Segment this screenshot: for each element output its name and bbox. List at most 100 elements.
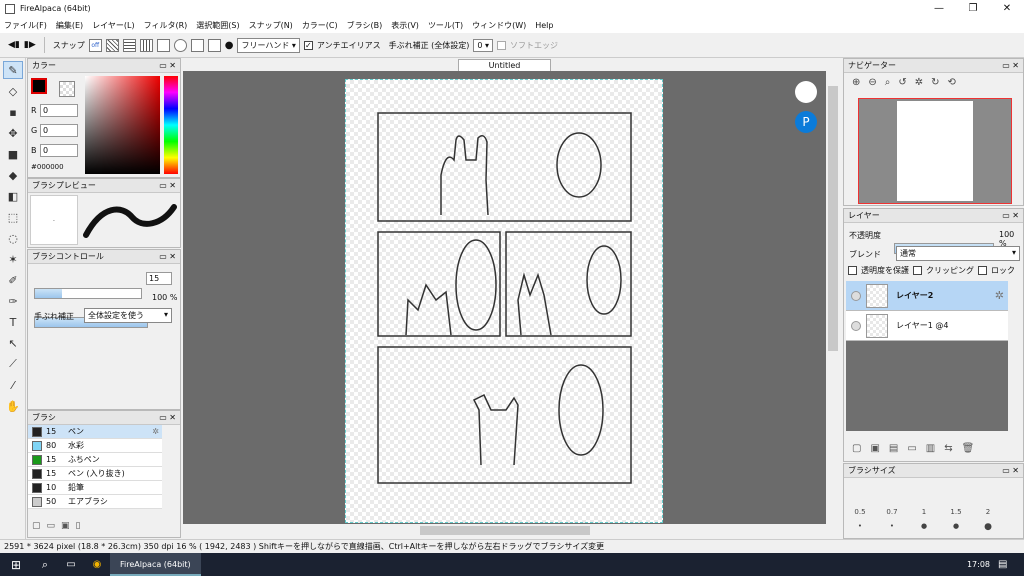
antialias-checkbox[interactable]: ✓ (303, 40, 313, 50)
size-cell[interactable]: 1.5 (940, 508, 972, 516)
clipping-checkbox[interactable] (913, 266, 922, 275)
windows-start-icon[interactable]: ⊞ (0, 558, 32, 572)
snap-concentric-icon[interactable] (173, 38, 187, 52)
saturation-value-picker[interactable] (85, 76, 160, 174)
brush-panel-actions[interactable]: ▢▭▣▯ (32, 521, 86, 531)
size-cell[interactable]: 0.7 (876, 508, 908, 516)
minimize-button[interactable]: — (922, 0, 956, 17)
blend-select[interactable]: 通常 ▾ (896, 246, 1020, 261)
snap-3d-icon[interactable] (207, 38, 221, 52)
panel-controls[interactable]: ▭ ✕ (159, 181, 176, 190)
layer-row-2[interactable]: レイヤー2 ✲ (846, 281, 1008, 311)
chrome-icon[interactable]: ◉ (84, 559, 110, 570)
taskbar-app-firealpaca[interactable]: FireAlpaca (64bit) (110, 553, 201, 576)
maximize-button[interactable]: ❐ (956, 0, 990, 17)
menu-snap[interactable]: スナップ(N) (249, 20, 293, 31)
task-view-icon[interactable]: ▭ (58, 559, 84, 570)
layer-actions[interactable]: ▢▣▤▭▥⇆🗑 (852, 443, 983, 454)
eyedropper-icon[interactable]: ⁄ (3, 376, 23, 394)
protect-alpha-checkbox[interactable] (848, 266, 857, 275)
snap-off-button[interactable]: off (88, 38, 102, 52)
menu-edit[interactable]: 編集(E) (56, 20, 83, 31)
text-tool-icon[interactable]: T (3, 313, 23, 331)
menu-window[interactable]: ウィンドウ(W) (472, 20, 526, 31)
menu-color[interactable]: カラー(C) (302, 20, 338, 31)
move-tool-icon[interactable]: ✥ (3, 124, 23, 142)
size-cell[interactable]: 1 (908, 508, 940, 516)
panel-controls[interactable]: ▭ ✕ (159, 61, 176, 70)
panel-controls[interactable]: ▭ ✕ (1002, 61, 1019, 70)
eraser-tool-icon[interactable]: ◇ (3, 82, 23, 100)
gradient-tool-icon[interactable]: ◧ (3, 187, 23, 205)
stroke-mode-select[interactable]: フリーハンド ▾ (237, 37, 300, 53)
search-icon[interactable]: ⌕ (32, 558, 58, 572)
close-button[interactable]: ✕ (990, 0, 1024, 17)
size-dot[interactable]: ● (908, 522, 940, 532)
document-tab[interactable]: Untitled (457, 58, 552, 72)
select-pen-icon[interactable]: ✐ (3, 271, 23, 289)
hand-tool-icon[interactable]: ✋ (3, 397, 23, 415)
panel-controls[interactable]: ▭ ✕ (1002, 211, 1019, 220)
visibility-icon[interactable] (851, 320, 861, 331)
size-cell[interactable]: 2 (972, 508, 1004, 516)
navigator-thumbnail[interactable] (858, 98, 1012, 204)
lock-checkbox[interactable] (978, 266, 987, 275)
size-dot[interactable]: • (876, 522, 908, 532)
primary-color-swatch[interactable] (31, 78, 47, 94)
brush-item-pencil[interactable]: 10 鉛筆 (28, 481, 162, 495)
vertical-scrollbar[interactable] (826, 71, 840, 524)
lasso-tool-icon[interactable]: ◌ (3, 229, 23, 247)
panel-controls[interactable]: ▭ ✕ (159, 413, 176, 422)
redo-icon[interactable]: ▮▶ (24, 40, 36, 50)
menu-view[interactable]: 表示(V) (391, 20, 419, 31)
alpaca-icon[interactable] (795, 81, 817, 103)
menu-help[interactable]: Help (535, 21, 553, 30)
menu-filter[interactable]: フィルタ(R) (144, 20, 188, 31)
r-field[interactable]: 0 (40, 104, 78, 117)
snap-crisscross-icon[interactable] (139, 38, 153, 52)
fill-tool-icon[interactable]: ■ (3, 145, 23, 163)
brush-item-edge-pen[interactable]: 15 ふちペン (28, 453, 162, 467)
undo-icon[interactable]: ◀▮ (8, 40, 20, 50)
pixiv-icon[interactable]: P (795, 111, 817, 133)
select-tool-icon[interactable]: ⬚ (3, 208, 23, 226)
size-cell[interactable]: 0.5 (844, 508, 876, 516)
menu-brush[interactable]: ブラシ(B) (347, 20, 383, 31)
magic-wand-icon[interactable]: ✶ (3, 250, 23, 268)
navigator-tools[interactable]: ⊕⊖⌕↺✲↻⟲ (844, 73, 1023, 92)
dot-tool-icon[interactable]: ▪ (3, 103, 23, 121)
menu-tool[interactable]: ツール(T) (428, 20, 463, 31)
bucket-tool-icon[interactable]: ◆ (3, 166, 23, 184)
visibility-icon[interactable] (851, 290, 861, 301)
snap-grid-icon[interactable] (122, 38, 136, 52)
b-field[interactable]: 0 (40, 144, 78, 157)
snap-vanishing-icon[interactable] (156, 38, 170, 52)
gear-icon[interactable]: ✲ (152, 427, 159, 436)
operation-tool-icon[interactable]: ↖ (3, 334, 23, 352)
notification-icon[interactable]: ▤ (998, 559, 1018, 570)
canvas-viewport[interactable]: P (183, 71, 826, 524)
brush-size-field[interactable]: 15 (146, 272, 172, 285)
size-dot[interactable]: ● (972, 522, 1004, 532)
brush-item-pen[interactable]: 15 ペン ✲ (28, 425, 162, 439)
menu-layer[interactable]: レイヤー(L) (92, 20, 134, 31)
stabilizer-mode-select[interactable]: 全体設定を使う ▾ (84, 308, 172, 323)
panel-controls[interactable]: ▭ ✕ (1002, 466, 1019, 475)
stabilizer-select[interactable]: 0 ▾ (473, 38, 494, 52)
brush-tool-icon[interactable]: ✎ (3, 61, 23, 79)
secondary-color-swatch[interactable] (59, 81, 75, 97)
panel-controls[interactable]: ▭ ✕ (159, 252, 176, 261)
layer-row-1[interactable]: レイヤー1 @4 (846, 311, 1008, 341)
brush-item-pen-fade[interactable]: 15 ペン (入り抜き) (28, 467, 162, 481)
size-dot[interactable]: ● (940, 522, 972, 532)
select-eraser-icon[interactable]: ✑ (3, 292, 23, 310)
divide-tool-icon[interactable]: ⟋ (3, 355, 23, 373)
soft-edge-checkbox[interactable] (497, 40, 507, 50)
menu-selection[interactable]: 選択範囲(S) (196, 20, 239, 31)
menu-file[interactable]: ファイル(F) (4, 20, 47, 31)
brush-size-slider[interactable] (34, 288, 142, 299)
snap-curve-icon[interactable] (190, 38, 204, 52)
horizontal-scrollbar[interactable] (183, 524, 826, 537)
gear-icon[interactable]: ✲ (995, 289, 1004, 302)
hue-slider[interactable] (164, 76, 178, 174)
